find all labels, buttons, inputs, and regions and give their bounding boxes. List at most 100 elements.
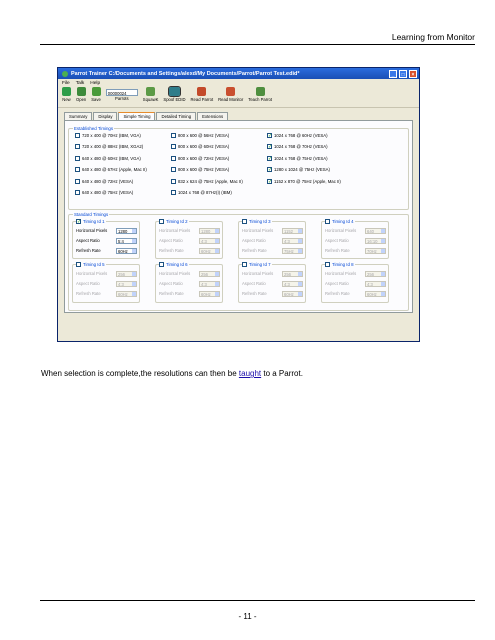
squawk-button[interactable]: SquawK — [143, 87, 158, 102]
checkbox-icon[interactable] — [159, 262, 164, 267]
checkbox-icon[interactable] — [75, 167, 80, 173]
open-button[interactable]: Open — [76, 87, 86, 102]
checkbox-icon[interactable] — [75, 133, 80, 138]
menu-file[interactable]: File — [62, 81, 70, 86]
aspect-ratio-select[interactable]: 16:10 — [365, 237, 386, 244]
checkbox-icon[interactable] — [75, 190, 80, 195]
established-timing-checkbox[interactable]: 800 x 600 @ 60Hz (VESA) — [171, 144, 229, 150]
menu-bar: File Talk Help — [58, 79, 419, 87]
checkbox-icon[interactable] — [242, 219, 247, 224]
aspect-ratio-select[interactable]: 4:3 — [365, 280, 386, 287]
refresh-rate-select[interactable]: 60Hz — [199, 290, 220, 297]
checkbox-icon[interactable] — [75, 144, 80, 150]
established-timing-checkbox[interactable]: ✓ 1152 x 870 @ 75Hz (Apple, Mac II) — [267, 178, 341, 184]
checkbox-icon[interactable] — [159, 219, 164, 224]
horizontal-pixels-select[interactable]: 640 — [365, 227, 386, 234]
save-button[interactable]: Save — [91, 87, 101, 102]
aspect-ratio-select[interactable]: 4:3 — [116, 280, 137, 287]
established-timing-checkbox[interactable]: ✓ 1280 x 1024 @ 75Hz (VESA) — [267, 167, 330, 173]
tab-summary[interactable]: Summary — [64, 112, 93, 120]
aspect-ratio-select[interactable]: 4:3 — [199, 237, 220, 244]
horizontal-pixels-select[interactable]: 256 — [365, 270, 386, 277]
established-timing-checkbox[interactable]: 800 x 600 @ 56Hz (VESA) — [171, 133, 229, 138]
established-timing-checkbox[interactable]: 800 x 600 @ 75Hz (VESA) — [171, 167, 229, 173]
established-timing-checkbox[interactable]: 832 x 624 @ 75Hz (Apple, Mac II) — [171, 178, 243, 184]
refresh-rate-select[interactable]: 60Hz — [116, 290, 137, 297]
teach-parrot-button[interactable]: Teach Parrot — [248, 87, 272, 102]
menu-help[interactable]: Help — [90, 81, 100, 86]
checkbox-icon[interactable] — [75, 155, 80, 161]
established-timing-checkbox[interactable]: 640 x 480 @ 67Hz (Apple, Mac II) — [75, 167, 147, 173]
timing-id-header[interactable]: ✓ Timing Id 1 — [76, 219, 106, 225]
established-timing-checkbox[interactable]: ✓ 1024 x 768 @ 70Hz (VESA) — [267, 144, 328, 150]
horizontal-pixels-select[interactable]: 256 — [199, 270, 220, 277]
established-timing-checkbox[interactable]: 720 x 400 @ 88Hz (IBM, XGA2) — [75, 144, 143, 150]
checkbox-icon[interactable] — [171, 155, 176, 161]
read-parrot-button[interactable]: Read Parrot — [191, 87, 213, 102]
established-timing-checkbox[interactable]: 640 x 480 @ 75Hz (VESA) — [75, 190, 133, 195]
timing-id-header[interactable]: Timing Id 6 — [159, 262, 189, 267]
parrots-label: Parrots — [115, 96, 129, 101]
established-timing-checkbox[interactable]: ✓ 1024 x 768 @ 60Hz (VESA) — [267, 133, 328, 139]
parrots-selector[interactable]: 00000024 Parrots — [105, 87, 138, 101]
checkbox-icon[interactable] — [325, 219, 330, 224]
close-icon[interactable]: × — [409, 69, 417, 78]
menu-talk[interactable]: Talk — [76, 81, 85, 86]
parrot-select[interactable]: 00000024 — [105, 89, 138, 96]
refresh-rate-select[interactable]: 60Hz — [365, 290, 386, 297]
horizontal-pixels-select[interactable]: 256 — [116, 270, 137, 277]
timing-id-header[interactable]: Timing Id 2 — [159, 219, 189, 224]
checked-checkbox-icon[interactable]: ✓ — [267, 178, 272, 184]
footer-rule — [40, 600, 475, 601]
checked-checkbox-icon[interactable]: ✓ — [76, 219, 81, 225]
checkbox-icon[interactable] — [76, 262, 81, 267]
horizontal-pixels-select[interactable]: 1152 — [282, 227, 303, 234]
checked-checkbox-icon[interactable]: ✓ — [267, 133, 272, 139]
checkbox-icon[interactable] — [171, 144, 176, 150]
timing-id-group: ✓ Timing Id 1 Horizontal Pixels 1280 Aspect … — [72, 219, 140, 259]
checkbox-icon[interactable] — [171, 133, 176, 138]
tab-simple-timing[interactable]: Simple Timing — [118, 112, 156, 120]
new-button[interactable]: New — [62, 87, 71, 102]
established-timing-checkbox[interactable]: 720 x 400 @ 70Hz (IBM, VGA) — [75, 133, 141, 138]
aspect-ratio-select[interactable]: 4:3 — [282, 237, 303, 244]
timing-id-header[interactable]: Timing Id 4 — [325, 219, 355, 224]
checkbox-icon[interactable] — [171, 190, 176, 195]
checkbox-icon[interactable] — [242, 262, 247, 267]
established-timing-checkbox[interactable]: 1024 x 768 @ 87Hz(I) (IBM) — [171, 190, 232, 195]
established-timing-checkbox[interactable]: ✓ 1024 x 768 @ 75Hz (VESA) — [267, 155, 328, 161]
tab-extensions[interactable]: Extensions — [197, 112, 229, 120]
minimize-icon[interactable]: _ — [389, 69, 397, 78]
refresh-rate-select[interactable]: 70Hz — [365, 247, 386, 254]
timing-id-header[interactable]: Timing Id 3 — [242, 219, 272, 224]
checkbox-icon[interactable] — [171, 178, 176, 184]
spoof-edid-button[interactable]: Spoof EDID — [163, 86, 186, 102]
established-timing-checkbox[interactable]: 640 x 480 @ 72Hz (VESA) — [75, 178, 133, 184]
horizontal-pixels-select[interactable]: 1280 — [199, 227, 220, 234]
refresh-rate-select[interactable]: 75Hz — [282, 247, 303, 254]
timing-id-header[interactable]: Timing Id 8 — [325, 262, 355, 267]
refresh-rate-select[interactable]: 60Hz — [199, 247, 220, 254]
timing-id-header[interactable]: Timing Id 7 — [242, 262, 272, 267]
established-timing-checkbox[interactable]: 640 x 480 @ 60Hz (IBM, VGA) — [75, 155, 141, 161]
checkbox-icon[interactable] — [171, 167, 176, 173]
tab-detailed-timing[interactable]: Detailed Timing — [156, 112, 197, 120]
established-timing-checkbox[interactable]: 800 x 600 @ 72Hz (VESA) — [171, 155, 229, 161]
checked-checkbox-icon[interactable]: ✓ — [267, 167, 272, 173]
aspect-ratio-select[interactable]: 4:3 — [282, 280, 303, 287]
tab-display[interactable]: Display — [93, 112, 118, 120]
checked-checkbox-icon[interactable]: ✓ — [267, 155, 272, 161]
maximize-icon[interactable]: □ — [399, 69, 407, 78]
timing-id-header[interactable]: Timing Id 5 — [76, 262, 106, 267]
taught-link[interactable]: taught — [239, 369, 261, 378]
refresh-rate-select[interactable]: 60Hz — [282, 290, 303, 297]
checkbox-icon[interactable] — [75, 178, 80, 184]
refresh-rate-select[interactable]: 60Hz — [116, 247, 137, 254]
horizontal-pixels-select[interactable]: 1280 — [116, 227, 137, 234]
aspect-ratio-select[interactable]: 5:4 — [116, 237, 137, 244]
aspect-ratio-select[interactable]: 4:3 — [199, 280, 220, 287]
checked-checkbox-icon[interactable]: ✓ — [267, 144, 272, 150]
read-monitor-button[interactable]: Read Monitor — [218, 87, 243, 102]
checkbox-icon[interactable] — [325, 262, 330, 267]
horizontal-pixels-select[interactable]: 256 — [282, 270, 303, 277]
